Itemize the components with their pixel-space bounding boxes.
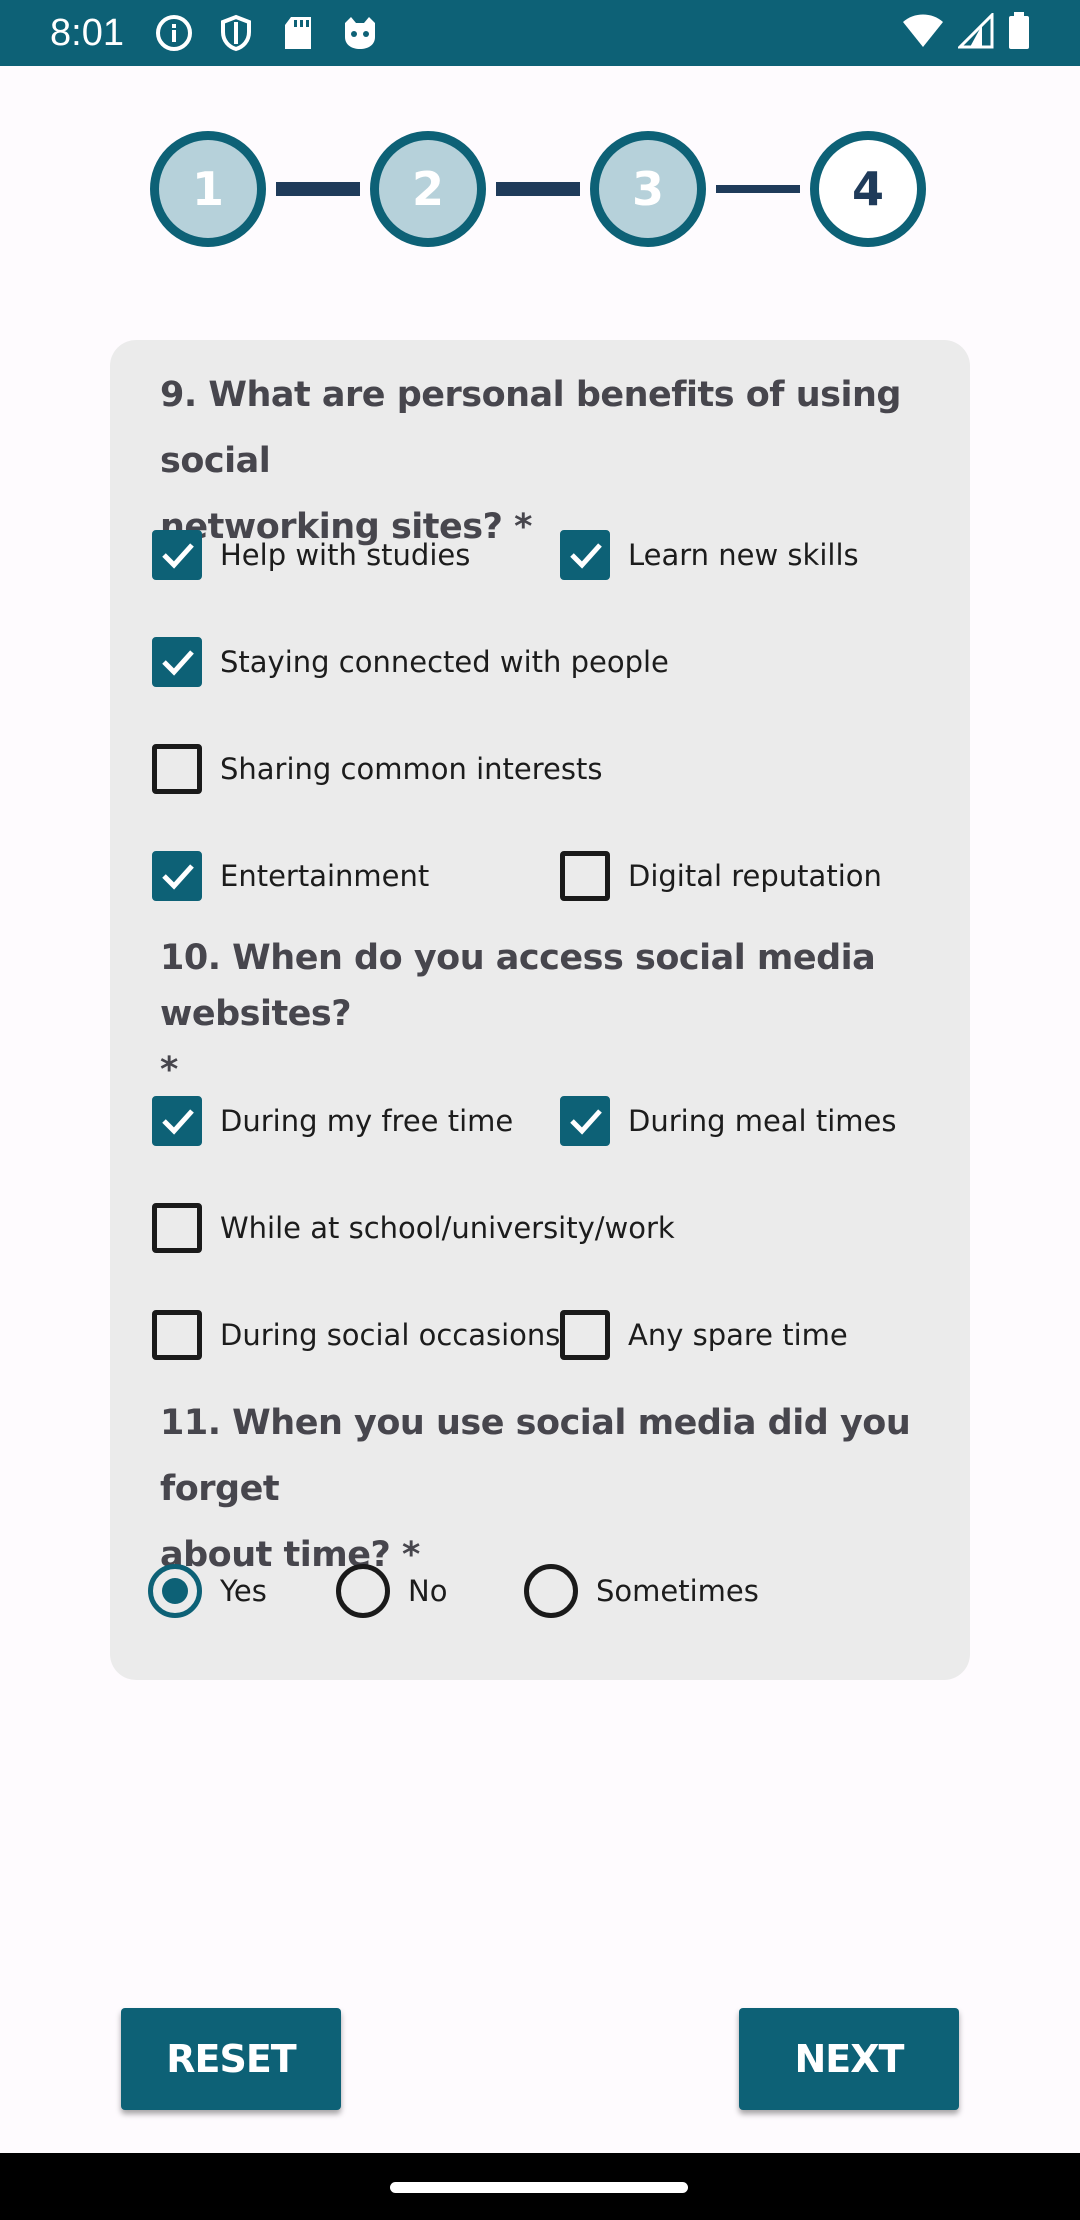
checkbox-checked-icon[interactable] bbox=[560, 1096, 610, 1146]
checkbox-any-spare-time[interactable]: Any spare time bbox=[560, 1309, 848, 1361]
question-card: 9. What are personal benefits of using s… bbox=[110, 340, 970, 1680]
checkbox-checked-icon[interactable] bbox=[152, 637, 202, 687]
radio-unselected-icon[interactable] bbox=[336, 1564, 390, 1618]
checkbox-digital-reputation[interactable]: Digital reputation bbox=[560, 850, 882, 902]
checkbox-checked-icon[interactable] bbox=[560, 530, 610, 580]
option-label: During social occasions bbox=[220, 1318, 561, 1352]
option-label: Entertainment bbox=[220, 859, 430, 893]
step-3-label: 3 bbox=[631, 162, 664, 216]
checkbox-help-with-studies[interactable]: Help with studies bbox=[152, 529, 470, 581]
checkbox-checked-icon[interactable] bbox=[152, 530, 202, 580]
step-connector bbox=[716, 185, 800, 193]
checkbox-unchecked-icon[interactable] bbox=[152, 1203, 202, 1253]
option-label: Any spare time bbox=[628, 1318, 848, 1352]
checkbox-checked-icon[interactable] bbox=[152, 1096, 202, 1146]
radio-unselected-icon[interactable] bbox=[524, 1564, 578, 1618]
status-bar: 8:01 bbox=[0, 0, 1080, 66]
option-label: Staying connected with people bbox=[220, 645, 669, 679]
step-4-label: 4 bbox=[851, 162, 884, 216]
progress-stepper: 1 2 3 4 bbox=[150, 131, 930, 247]
step-3-indicator: 3 bbox=[590, 131, 706, 247]
option-label: Sometimes bbox=[596, 1574, 759, 1608]
checkbox-unchecked-icon[interactable] bbox=[152, 1310, 202, 1360]
checkbox-sharing-common-interests[interactable]: Sharing common interests bbox=[152, 743, 602, 795]
step-4-indicator: 4 bbox=[810, 131, 926, 247]
signal-icon bbox=[956, 11, 994, 53]
checkbox-during-social-occasions[interactable]: During social occasions bbox=[152, 1309, 560, 1361]
system-nav-bar bbox=[0, 2153, 1080, 2220]
option-label: No bbox=[408, 1574, 448, 1608]
radio-yes[interactable]: Yes bbox=[148, 1563, 267, 1619]
step-1-indicator: 1 bbox=[150, 131, 266, 247]
status-time: 8:01 bbox=[50, 11, 124, 54]
sd-card-icon bbox=[278, 13, 318, 53]
question-11-line1: 11. When you use social media did you fo… bbox=[160, 1403, 911, 1509]
option-label: During my free time bbox=[220, 1104, 514, 1138]
option-label: Yes bbox=[220, 1574, 267, 1608]
question-11-title: 11. When you use social media did you fo… bbox=[160, 1390, 970, 1588]
option-label: While at school/university/work bbox=[220, 1211, 675, 1245]
info-icon bbox=[154, 13, 194, 53]
next-button[interactable]: NEXT bbox=[739, 2008, 959, 2110]
radio-no[interactable]: No bbox=[336, 1563, 447, 1619]
step-connector bbox=[496, 182, 580, 196]
question-10-title: 10. When do you access social media webs… bbox=[160, 930, 970, 1098]
wifi-icon bbox=[902, 13, 944, 53]
question-10-line2: * bbox=[160, 1050, 178, 1090]
option-label: Help with studies bbox=[220, 538, 471, 572]
shield-icon bbox=[216, 13, 256, 53]
question-10-line1: 10. When do you access social media webs… bbox=[160, 938, 876, 1034]
option-label: Sharing common interests bbox=[220, 752, 603, 786]
checkbox-unchecked-icon[interactable] bbox=[560, 1310, 610, 1360]
battery-icon bbox=[1008, 12, 1030, 54]
step-2-label: 2 bbox=[411, 162, 444, 216]
checkbox-staying-connected[interactable]: Staying connected with people bbox=[152, 636, 669, 688]
step-connector bbox=[276, 182, 360, 196]
home-gesture-handle[interactable] bbox=[390, 2182, 688, 2193]
question-9-line1: 9. What are personal benefits of using s… bbox=[160, 375, 901, 481]
checkbox-learn-new-skills[interactable]: Learn new skills bbox=[560, 529, 859, 581]
checkbox-during-meal-times[interactable]: During meal times bbox=[560, 1095, 896, 1147]
option-label: Learn new skills bbox=[628, 538, 859, 572]
step-2-indicator: 2 bbox=[370, 131, 486, 247]
radio-selected-icon[interactable] bbox=[148, 1564, 202, 1618]
radio-sometimes[interactable]: Sometimes bbox=[524, 1563, 759, 1619]
cat-face-icon bbox=[340, 13, 380, 53]
checkbox-entertainment[interactable]: Entertainment bbox=[152, 850, 429, 902]
checkbox-checked-icon[interactable] bbox=[152, 851, 202, 901]
checkbox-unchecked-icon[interactable] bbox=[152, 744, 202, 794]
option-label: During meal times bbox=[628, 1104, 897, 1138]
step-1-label: 1 bbox=[191, 162, 224, 216]
option-label: Digital reputation bbox=[628, 859, 882, 893]
checkbox-during-free-time[interactable]: During my free time bbox=[152, 1095, 513, 1147]
checkbox-unchecked-icon[interactable] bbox=[560, 851, 610, 901]
reset-button[interactable]: RESET bbox=[121, 2008, 341, 2110]
checkbox-while-at-school[interactable]: While at school/university/work bbox=[152, 1202, 675, 1254]
